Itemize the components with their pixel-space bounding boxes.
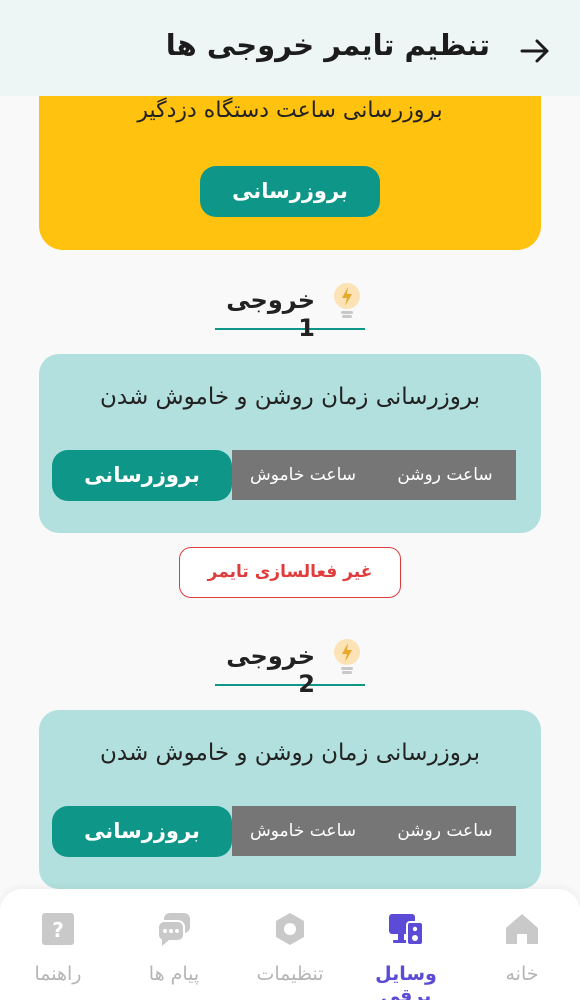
output-2-label: خروجی 2	[226, 642, 315, 698]
output-2-update-button[interactable]: بروزرسانی	[52, 806, 232, 857]
output-1-time-strip: ساعت روشن ساعت خاموش	[232, 450, 516, 500]
nav-item-devices-label: وسایل برقی	[375, 963, 437, 1000]
nav-item-help-label: راهنما	[34, 963, 82, 985]
alarm-clock-card: بروزرسانی ساعت دستگاه دزدگیر بروزرسانی	[39, 96, 541, 250]
output-1-title: خروجی 1	[215, 283, 365, 342]
content-area[interactable]: بروزرسانی ساعت دستگاه دزدگیر بروزرسانی خ…	[0, 96, 580, 890]
output-1-timer-card: بروزرسانی زمان روشن و خاموش شدن ساعت روش…	[39, 354, 541, 533]
alarm-clock-text: بروزرسانی ساعت دستگاه دزدگیر	[137, 98, 443, 123]
output-1-update-button[interactable]: بروزرسانی	[52, 450, 232, 501]
nav-item-home-label: خانه	[505, 963, 539, 985]
lightbulb-icon	[334, 283, 360, 318]
home-icon	[506, 914, 538, 944]
nav-item-settings-label: تنظیمات	[256, 963, 324, 985]
output-1-off-time-field[interactable]: ساعت خاموش	[232, 450, 374, 500]
help-icon: ?	[42, 913, 74, 945]
output-2-timer-card: بروزرسانی زمان روشن و خاموش شدن ساعت روش…	[39, 710, 541, 889]
nav-item-devices[interactable]: وسایل برقی	[348, 889, 464, 1000]
devices-icon	[389, 914, 424, 946]
nav-item-messages-label: پیام ها	[148, 963, 200, 985]
output-2-off-time-field[interactable]: ساعت خاموش	[232, 806, 374, 856]
output-2-time-strip: ساعت روشن ساعت خاموش	[232, 806, 516, 856]
update-alarm-clock-button[interactable]: بروزرسانی	[200, 166, 380, 217]
output-2-card-text: بروزرسانی زمان روشن و خاموش شدن	[100, 740, 480, 766]
nav-item-home[interactable]: خانه	[464, 889, 580, 1000]
nav-item-messages[interactable]: پیام ها	[116, 889, 232, 1000]
messages-icon	[157, 913, 190, 946]
output-2-on-time-field[interactable]: ساعت روشن	[374, 806, 516, 856]
page-title: تنظیم تایمر خروجی ها	[165, 28, 490, 62]
output-1-card-text: بروزرسانی زمان روشن و خاموش شدن	[100, 384, 480, 410]
svg-text:?: ?	[52, 918, 64, 942]
nav-item-settings[interactable]: تنظیمات	[232, 889, 348, 1000]
arrow-right-icon[interactable]	[518, 34, 552, 68]
output-2-title: خروجی 2	[215, 639, 365, 698]
settings-icon	[276, 913, 304, 945]
output-1-disable-timer-button[interactable]: غیر فعالسازی تایمر	[179, 547, 401, 598]
output-1-on-time-field[interactable]: ساعت روشن	[374, 450, 516, 500]
nav-item-help[interactable]: ? راهنما	[0, 889, 116, 1000]
lightbulb-icon	[334, 639, 360, 674]
app-header: تنظیم تایمر خروجی ها	[0, 0, 580, 96]
bottom-nav: خانه وسایل برقی تنظیمات پیام ها ? راهنما	[0, 889, 580, 1000]
output-1-label: خروجی 1	[226, 286, 315, 342]
